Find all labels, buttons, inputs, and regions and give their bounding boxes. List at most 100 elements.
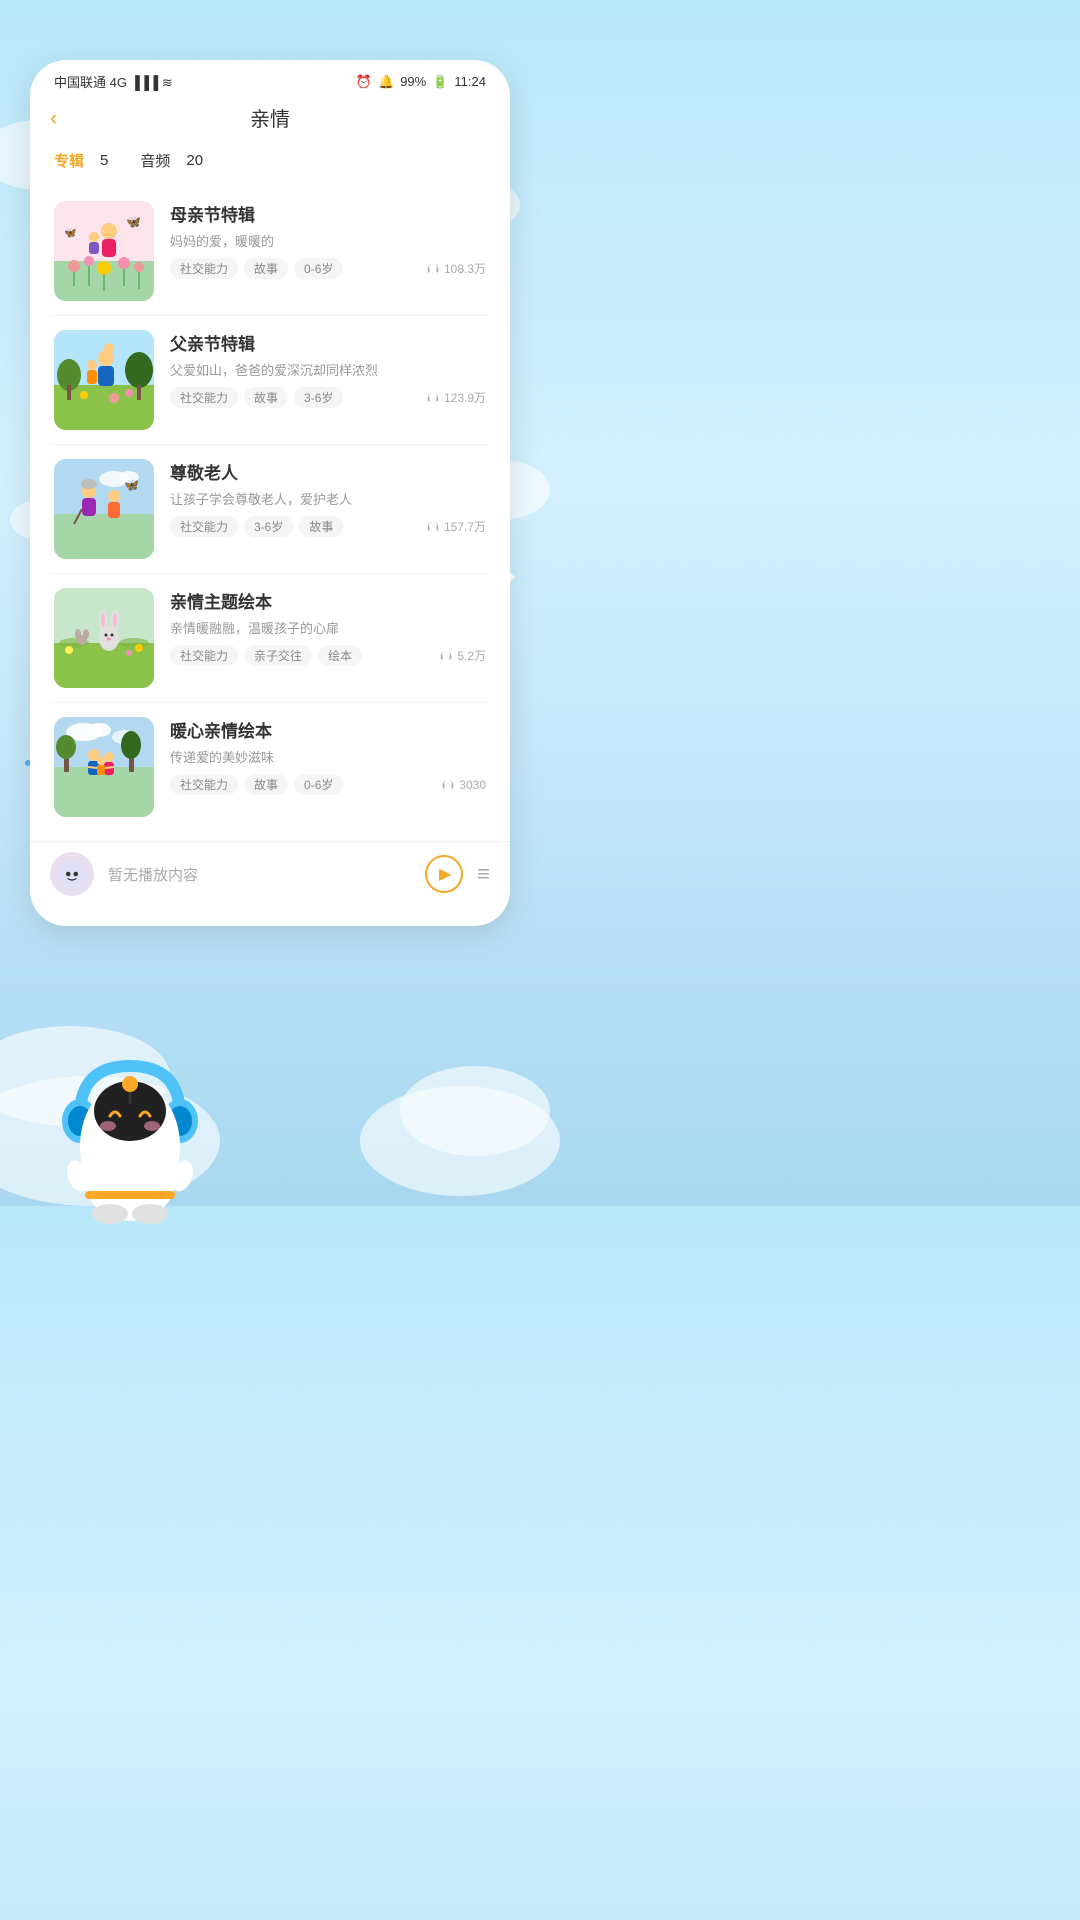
stats-row: 专辑 5 音频 20 [30, 144, 510, 187]
audio-count: 20 [186, 152, 203, 169]
tags-left-3: 社交能力 3-6岁 故事 [170, 516, 343, 537]
tag-social-2: 社交能力 [170, 387, 238, 408]
battery-icon: 🔋 [432, 74, 448, 90]
player-bar: 暂无播放内容 ▶ ≡ [30, 841, 510, 906]
carrier-info: 中国联通 4G ▐▐▐ ≋ [54, 72, 173, 91]
album-desc-5: 传递爱的美妙滋味 [170, 747, 486, 766]
album-illustration-4 [54, 588, 154, 688]
play-count-2: 123.9万 [426, 389, 486, 406]
bottom-area [0, 926, 540, 1206]
signal-bars: ▐▐▐ [131, 75, 159, 90]
tags-row-5: 社交能力 故事 0-6岁 3030 [170, 774, 486, 795]
svg-text:🦋: 🦋 [64, 228, 77, 239]
mascot [50, 1036, 210, 1236]
play-button[interactable]: ▶ [425, 855, 463, 893]
headphone-icon-2 [426, 391, 440, 405]
status-right: ⏰ 🔔 99% 🔋 11:24 [356, 74, 486, 90]
status-bar: 中国联通 4G ▐▐▐ ≋ ⏰ 🔔 99% 🔋 11:24 [30, 60, 510, 99]
player-thumb [50, 852, 94, 896]
tag-age-2: 3-6岁 [294, 387, 343, 408]
album-thumb-3: 🦋 [54, 459, 154, 559]
album-info-5: 暖心亲情绘本 传递爱的美妙滋味 社交能力 故事 0-6岁 3030 [170, 717, 486, 795]
player-controls[interactable]: ▶ ≡ [425, 855, 490, 893]
tag-age-1: 0-6岁 [294, 258, 343, 279]
album-title-4: 亲情主题绘本 [170, 588, 486, 613]
album-thumb-4 [54, 588, 154, 688]
headphone-icon-3 [426, 520, 440, 534]
album-info-4: 亲情主题绘本 亲情暖融融，温暖孩子的心扉 社交能力 亲子交往 绘本 5.2万 [170, 588, 486, 666]
tag-social-1: 社交能力 [170, 258, 238, 279]
alarm-icon: ⏰ [356, 74, 372, 90]
play-count-1: 108.3万 [426, 260, 486, 277]
headphone-icon-4 [439, 649, 453, 663]
headphone-icon-5 [441, 778, 455, 792]
album-desc-3: 让孩子学会尊敬老人，爱护老人 [170, 489, 486, 508]
album-title-2: 父亲节特辑 [170, 330, 486, 355]
play-count-value-5: 3030 [459, 778, 486, 792]
tags-row-1: 社交能力 故事 0-6岁 108.3万 [170, 258, 486, 279]
tags-left-1: 社交能力 故事 0-6岁 [170, 258, 343, 279]
album-item-1[interactable]: 🦋 🦋 母亲节特辑 妈妈的爱，暖暖的 社交能力 故事 0-6岁 108.3万 [50, 187, 490, 316]
tag-age-5: 0-6岁 [294, 774, 343, 795]
album-illustration-5 [54, 717, 154, 817]
album-illustration-2 [54, 330, 154, 430]
album-info-3: 尊敬老人 让孩子学会尊敬老人，爱护老人 社交能力 3-6岁 故事 157.7万 [170, 459, 486, 537]
tags-row-4: 社交能力 亲子交往 绘本 5.2万 [170, 645, 486, 666]
tag-age-3: 3-6岁 [244, 516, 293, 537]
tag-story-2: 故事 [244, 387, 288, 408]
album-thumb-5 [54, 717, 154, 817]
tag-story-5: 故事 [244, 774, 288, 795]
player-placeholder: 暂无播放内容 [108, 864, 425, 885]
album-illustration-3: 🦋 [54, 459, 154, 559]
album-desc-4: 亲情暖融融，温暖孩子的心扉 [170, 618, 486, 637]
tags-row-3: 社交能力 3-6岁 故事 157.7万 [170, 516, 486, 537]
signal-type: 4G [110, 75, 127, 90]
notification-icon: 🔔 [378, 74, 394, 90]
tag-book-4: 绘本 [318, 645, 362, 666]
tags-left-5: 社交能力 故事 0-6岁 [170, 774, 343, 795]
wifi-icon: ≋ [162, 75, 173, 90]
album-item-4[interactable]: 亲情主题绘本 亲情暖融融，温暖孩子的心扉 社交能力 亲子交往 绘本 5.2万 [50, 574, 490, 703]
album-item-5[interactable]: 暖心亲情绘本 传递爱的美妙滋味 社交能力 故事 0-6岁 3030 [50, 703, 490, 831]
tags-left-4: 社交能力 亲子交往 绘本 [170, 645, 362, 666]
album-count: 5 [100, 152, 108, 169]
play-count-value-2: 123.9万 [444, 389, 486, 406]
album-thumb-2 [54, 330, 154, 430]
player-avatar [57, 859, 87, 889]
album-item-3[interactable]: 🦋 尊敬老人 让孩子学会尊敬老人，爱护老人 社交能力 3-6岁 故事 157.7… [50, 445, 490, 574]
svg-text:🦋: 🦋 [124, 478, 139, 492]
audio-label: 音频 [140, 150, 170, 171]
play-count-value-1: 108.3万 [444, 260, 486, 277]
album-info-2: 父亲节特辑 父爱如山，爸爸的爱深沉却同样浓烈 社交能力 故事 3-6岁 123.… [170, 330, 486, 408]
album-list: 🦋 🦋 母亲节特辑 妈妈的爱，暖暖的 社交能力 故事 0-6岁 108.3万 [30, 187, 510, 831]
svg-text:🦋: 🦋 [126, 215, 141, 229]
album-desc-1: 妈妈的爱，暖暖的 [170, 231, 486, 250]
battery-level: 99% [400, 74, 426, 89]
album-info-1: 母亲节特辑 妈妈的爱，暖暖的 社交能力 故事 0-6岁 108.3万 [170, 201, 486, 279]
headphone-icon-1 [426, 262, 440, 276]
album-title-3: 尊敬老人 [170, 459, 486, 484]
play-count-5: 3030 [441, 778, 486, 792]
play-count-3: 157.7万 [426, 518, 486, 535]
tags-left-2: 社交能力 故事 3-6岁 [170, 387, 343, 408]
play-count-4: 5.2万 [439, 647, 486, 664]
tag-family-4: 亲子交往 [244, 645, 312, 666]
playlist-button[interactable]: ≡ [477, 861, 490, 887]
mascot-svg [50, 1036, 210, 1236]
album-illustration-1: 🦋 🦋 [54, 201, 154, 301]
tag-social-4: 社交能力 [170, 645, 238, 666]
phone-card: 中国联通 4G ▐▐▐ ≋ ⏰ 🔔 99% 🔋 11:24 ‹ 亲情 专辑 5 … [30, 60, 510, 926]
carrier-name: 中国联通 [54, 75, 106, 90]
play-icon: ▶ [439, 864, 451, 884]
album-thumb-1: 🦋 🦋 [54, 201, 154, 301]
back-button[interactable]: ‹ [50, 105, 57, 131]
clock: 11:24 [454, 74, 486, 89]
album-title-5: 暖心亲情绘本 [170, 717, 486, 742]
header: ‹ 亲情 [30, 99, 510, 144]
album-item-2[interactable]: 父亲节特辑 父爱如山，爸爸的爱深沉却同样浓烈 社交能力 故事 3-6岁 123.… [50, 316, 490, 445]
tag-story-3: 故事 [299, 516, 343, 537]
page-title: 亲情 [250, 103, 290, 132]
album-title-1: 母亲节特辑 [170, 201, 486, 226]
album-desc-2: 父爱如山，爸爸的爱深沉却同样浓烈 [170, 360, 486, 379]
play-count-value-3: 157.7万 [444, 518, 486, 535]
